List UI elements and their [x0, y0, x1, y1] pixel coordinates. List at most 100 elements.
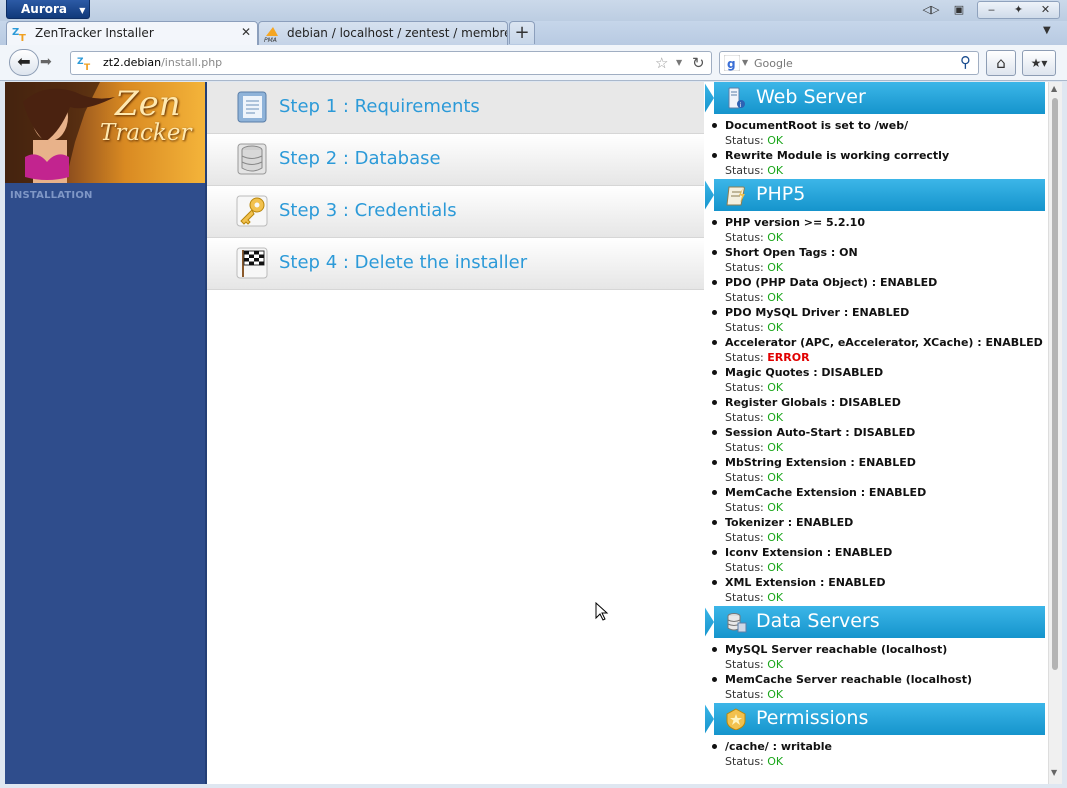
status-value: OK: [767, 688, 784, 701]
check-item: MySQL Server reachable (localhost) Status…: [711, 642, 1045, 672]
check-list: DocumentRoot is set to /web/Status: OK Re…: [705, 114, 1045, 179]
status-line: Status: OK: [725, 380, 1045, 395]
step-credentials[interactable]: Step 3 : Credentials: [207, 186, 704, 238]
status-prefix: Status:: [725, 591, 768, 604]
check-item: PHP version >= 5.2.10 Status: OK: [711, 215, 1045, 245]
restore-tab-icon[interactable]: ◁▷: [922, 1, 940, 19]
home-button[interactable]: ⌂: [986, 50, 1016, 76]
close-tab-icon[interactable]: ✕: [241, 25, 251, 39]
status-value: OK: [767, 134, 784, 147]
step-database[interactable]: Step 2 : Database: [207, 134, 704, 186]
step-label: Step 2 : Database: [279, 148, 441, 169]
status-value: OK: [767, 531, 784, 544]
check-name: Short Open Tags : ON: [725, 246, 858, 259]
key-icon: [236, 195, 268, 227]
section-title: Data Servers: [756, 610, 880, 632]
check-item: Magic Quotes : DISABLED Status: OK: [711, 365, 1045, 395]
logo-text-tracker: Tracker: [100, 120, 192, 146]
status-value: OK: [767, 441, 784, 454]
minimize-button[interactable]: ‒: [978, 2, 1005, 18]
app-menu-button[interactable]: Aurora ▼: [6, 0, 90, 19]
new-tab-button[interactable]: +: [509, 21, 535, 44]
status-line: Status: OK: [725, 440, 1045, 455]
sidebar-item-installation[interactable]: INSTALLATION: [10, 190, 93, 201]
status-line: Status: OK: [725, 500, 1045, 515]
section-header-data-servers: Data Servers: [704, 606, 1045, 638]
reload-icon[interactable]: ↻: [692, 54, 705, 72]
status-value: OK: [767, 261, 784, 274]
search-input[interactable]: Google: [754, 57, 793, 70]
badge-icon: [726, 708, 746, 730]
check-item: Short Open Tags : ON Status: OK: [711, 245, 1045, 275]
status-line: Status: OK: [725, 657, 1045, 672]
url-text[interactable]: zt2.debian/install.php: [103, 56, 222, 69]
svg-text:PMA: PMA: [264, 37, 277, 42]
tab-zentracker-installer[interactable]: Z T ZenTracker Installer ✕: [6, 21, 258, 45]
checkered-flag-icon: [236, 247, 268, 279]
status-line: Status: ERROR: [725, 350, 1045, 365]
status-value: OK: [767, 321, 784, 334]
tab-phpmyadmin[interactable]: PMA debian / localhost / zentest / membr…: [258, 21, 508, 45]
left-sidebar: Zen Tracker INSTALLATION: [5, 82, 207, 784]
step-requirements[interactable]: Step 1 : Requirements: [207, 82, 704, 134]
close-window-button[interactable]: ✕: [1032, 2, 1059, 18]
mouse-cursor-icon: [595, 602, 609, 621]
status-prefix: Status:: [725, 351, 768, 364]
search-bar[interactable]: g ▼ Google ⚲: [719, 51, 979, 75]
panorama-icon[interactable]: ▣: [950, 1, 968, 19]
phpmyadmin-icon: PMA: [264, 27, 278, 42]
check-item: MemCache Server reachable (localhost) Sta…: [711, 672, 1045, 702]
check-item: XML Extension : ENABLED Status: OK: [711, 575, 1045, 605]
zentracker-logo: Zen Tracker: [5, 82, 205, 183]
server-icon: i: [728, 87, 745, 109]
check-item: Register Globals : DISABLED Status: OK: [711, 395, 1045, 425]
section-title: Web Server: [756, 86, 866, 108]
status-value: ERROR: [767, 351, 810, 364]
check-item: PDO MySQL Driver : ENABLED Status: OK: [711, 305, 1045, 335]
status-line: Status: OK: [725, 163, 1045, 178]
navigation-toolbar: ⬅ ➡ Z T zt2.debian/install.php ☆ ▼ ↻ g ▼…: [0, 45, 1067, 81]
history-dropdown-icon[interactable]: ▼: [676, 58, 682, 67]
url-path: /install.php: [161, 56, 223, 69]
scrollbar-thumb[interactable]: [1052, 98, 1058, 670]
back-button[interactable]: ⬅: [9, 49, 39, 76]
scroll-up-icon[interactable]: ▲: [1051, 84, 1057, 93]
section-title: Permissions: [756, 707, 869, 729]
check-item: Tokenizer : ENABLED Status: OK: [711, 515, 1045, 545]
status-value: OK: [767, 561, 784, 574]
status-line: Status: OK: [725, 320, 1045, 335]
requirements-panel: i Web Server DocumentRoot is set to /web/S…: [704, 82, 1045, 784]
check-name: Magic Quotes : DISABLED: [725, 366, 884, 379]
database-icon: [237, 143, 267, 175]
status-value: OK: [767, 501, 784, 514]
url-bar[interactable]: Z T zt2.debian/install.php ☆ ▼ ↻: [70, 51, 712, 75]
status-prefix: Status:: [725, 261, 768, 274]
scroll-down-icon[interactable]: ▼: [1051, 768, 1057, 777]
plus-icon: +: [514, 22, 530, 43]
status-value: OK: [767, 658, 784, 671]
check-name: PHP version >= 5.2.10: [725, 216, 865, 229]
check-item: PDO (PHP Data Object) : ENABLED Status: O…: [711, 275, 1045, 305]
tab-list-dropdown-icon[interactable]: ▼: [1043, 25, 1051, 36]
search-icon[interactable]: ⚲: [960, 53, 971, 71]
forward-button[interactable]: ➡: [40, 54, 62, 72]
status-value: OK: [767, 591, 784, 604]
home-icon: ⌂: [996, 54, 1006, 72]
step-label: Step 1 : Requirements: [279, 96, 480, 117]
step-delete-installer[interactable]: Step 4 : Delete the installer: [207, 238, 704, 290]
status-line: Status: OK: [725, 260, 1045, 275]
vertical-scrollbar[interactable]: ▲ ▼: [1048, 82, 1062, 784]
bookmarks-button[interactable]: ★▾: [1022, 50, 1056, 76]
svg-text:T: T: [84, 63, 91, 71]
search-engine-dropdown-icon[interactable]: ▼: [742, 58, 748, 67]
google-icon[interactable]: g: [724, 55, 740, 71]
bookmark-star-icon[interactable]: ☆: [655, 54, 668, 72]
database-servers-icon: [727, 613, 747, 633]
url-host: zt2.debian: [103, 56, 162, 69]
check-item: Rewrite Module is working correctly Statu…: [711, 148, 1045, 178]
maximize-button[interactable]: ✦: [1005, 2, 1032, 18]
check-item: Session Auto-Start : DISABLED Status: OK: [711, 425, 1045, 455]
check-name: XML Extension : ENABLED: [725, 576, 886, 589]
check-name: MySQL Server reachable (localhost): [725, 643, 948, 656]
status-value: OK: [767, 291, 784, 304]
